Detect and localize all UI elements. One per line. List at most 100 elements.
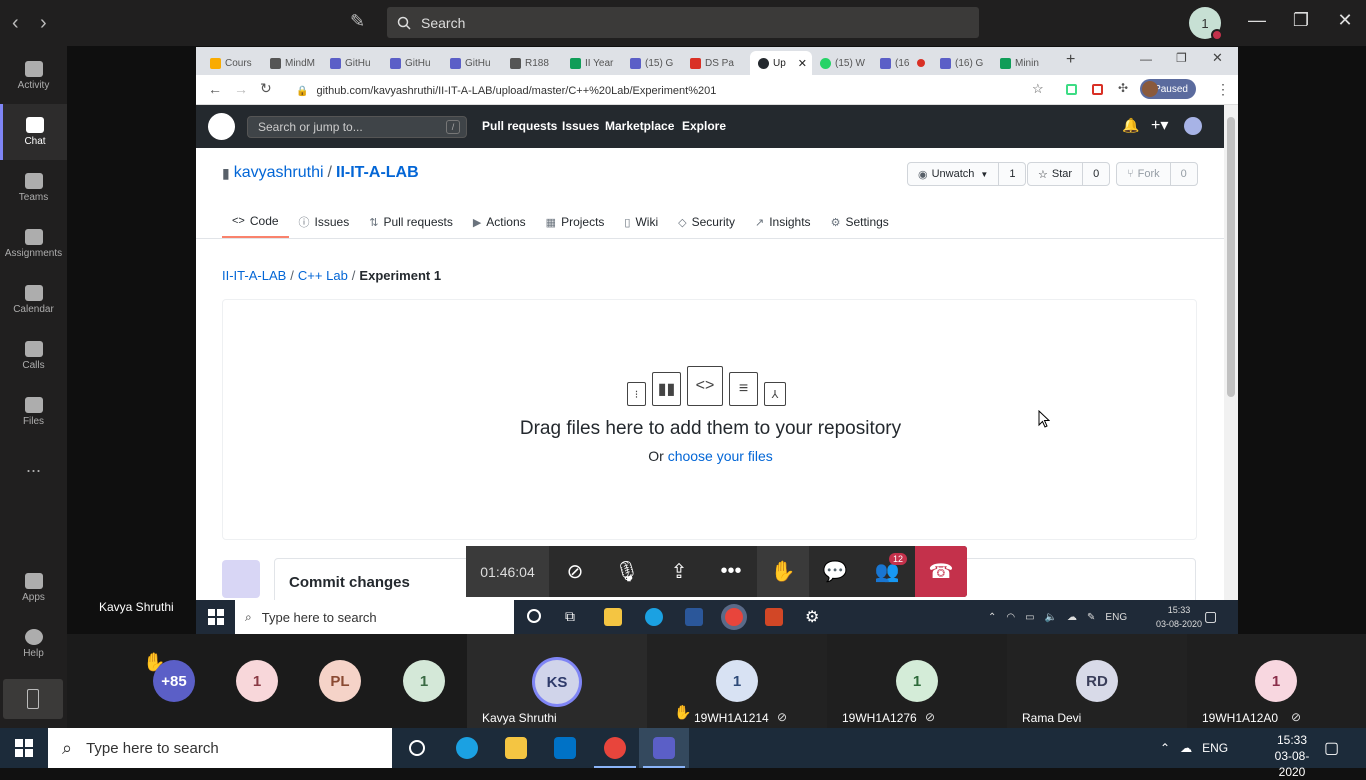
raise-hand-button[interactable]: ✋	[757, 546, 809, 597]
taskbar-edge[interactable]	[442, 728, 492, 768]
browser-tab[interactable]: GitHu	[322, 51, 382, 75]
rail-files[interactable]: Files	[0, 384, 67, 440]
back-icon[interactable]: ←	[208, 81, 222, 97]
tab-pull-requests[interactable]: ⇅ Pull requests	[359, 206, 463, 238]
browser-tab[interactable]: DS Pa	[682, 51, 742, 75]
reload-icon[interactable]: ↻	[260, 80, 272, 97]
browser-tab[interactable]: R188	[502, 51, 562, 75]
file-explorer-icon[interactable]	[604, 608, 622, 626]
profile-paused-chip[interactable]: Paused	[1140, 79, 1196, 99]
word-icon[interactable]	[685, 608, 703, 626]
share-screen-button[interactable]: ⇪	[653, 546, 705, 597]
repo-owner-link[interactable]: kavyashruthi	[234, 164, 324, 182]
watch-count[interactable]: 1	[999, 168, 1025, 180]
rail-help[interactable]: Help	[0, 616, 67, 672]
rail-calls[interactable]: Calls	[0, 328, 67, 384]
forward-arrow-icon[interactable]: ›	[40, 12, 47, 35]
file-drop-zone[interactable]: ⁝ ▮▮ <> ≡ ⅄ Drag files here to add them …	[222, 299, 1197, 540]
repo-name-link[interactable]: II-IT-A-LAB	[336, 164, 419, 182]
fork-button[interactable]: ⑂ Fork 0	[1116, 162, 1198, 186]
battery-icon[interactable]: ▭	[1025, 612, 1034, 623]
participant-tile[interactable]: 1 19WH1A12A0 ⊘	[1187, 634, 1366, 728]
show-participants-button[interactable]: 👥 12	[861, 546, 913, 597]
github-search-input[interactable]: Search or jump to... /	[247, 116, 467, 138]
screenshot-extension-icon[interactable]	[1092, 84, 1103, 95]
nav-explore[interactable]: Explore	[682, 119, 726, 133]
unwatch-button[interactable]: ◉ Unwatch ▼ 1	[907, 162, 1027, 186]
taskbar-chrome[interactable]	[590, 728, 640, 768]
extensions-puzzle-icon[interactable]: ✣	[1118, 81, 1128, 95]
rail-calendar[interactable]: Calendar	[0, 272, 67, 328]
mic-off-button[interactable]: 🎙	[601, 546, 653, 597]
fork-count[interactable]: 0	[1171, 168, 1197, 180]
participant-tile[interactable]: RD Rama Devi	[1007, 634, 1187, 728]
taskbar-teams[interactable]	[639, 728, 689, 768]
powerpoint-icon[interactable]	[765, 608, 783, 626]
tray-chevron-icon[interactable]: ⌃	[988, 612, 996, 623]
tab-settings[interactable]: ⚙ Settings	[821, 206, 899, 238]
star-button[interactable]: ☆ Star 0	[1027, 162, 1111, 186]
star-count[interactable]: 0	[1083, 168, 1109, 180]
minimize-icon[interactable]: —	[1242, 10, 1272, 31]
wifi-icon[interactable]: ◠	[1006, 612, 1015, 623]
user-avatar-icon[interactable]	[1184, 117, 1202, 135]
edge-icon[interactable]	[645, 608, 663, 626]
page-scrollbar[interactable]	[1224, 105, 1238, 600]
choose-files-link[interactable]: choose your files	[668, 448, 773, 464]
browser-menu-icon[interactable]: ⋮	[1216, 81, 1230, 98]
browser-tab-active[interactable]: Up ✕	[750, 51, 812, 75]
browser-minimize-icon[interactable]: —	[1140, 52, 1152, 66]
start-button[interactable]	[0, 728, 48, 768]
new-tab-icon[interactable]: +	[1066, 51, 1075, 69]
rail-assignments[interactable]: Assignments	[0, 216, 67, 272]
restore-icon[interactable]: ❐	[1286, 10, 1316, 31]
browser-tab[interactable]: Cours	[202, 51, 262, 75]
browser-tab[interactable]: (16	[872, 51, 932, 75]
action-center-icon[interactable]: ▢	[1324, 738, 1339, 758]
volume-icon[interactable]: 🔈	[1045, 612, 1057, 623]
tab-projects[interactable]: ▦ Projects	[536, 206, 615, 238]
browser-restore-icon[interactable]: ❐	[1176, 51, 1187, 65]
rail-apps[interactable]: Apps	[0, 560, 67, 616]
breadcrumb-root[interactable]: II-IT-A-LAB	[222, 268, 286, 283]
more-actions-button[interactable]: •••	[705, 546, 757, 597]
close-icon[interactable]: ✕	[1330, 10, 1360, 31]
teams-profile-avatar[interactable]: 1	[1189, 7, 1223, 41]
nav-issues[interactable]: Issues	[562, 119, 599, 133]
taskbar-clock[interactable]: 15:33 03-08-2020	[1262, 732, 1322, 780]
chrome-icon[interactable]	[725, 608, 743, 626]
browser-tab[interactable]: (16) G	[932, 51, 992, 75]
show-conversation-button[interactable]: 💬	[809, 546, 861, 597]
notification-center-icon[interactable]: ▢	[1204, 608, 1217, 625]
create-new-plus-icon[interactable]: +▾	[1151, 115, 1168, 135]
github-logo-icon[interactable]	[208, 113, 235, 140]
inner-search-box[interactable]: ⌕ Type here to search	[235, 600, 514, 634]
onedrive-icon[interactable]: ☁	[1067, 612, 1077, 623]
forward-icon[interactable]: →	[234, 81, 248, 97]
cortana-icon[interactable]	[527, 609, 541, 623]
task-view-icon[interactable]: ⧉	[565, 608, 575, 625]
tab-close-icon[interactable]: ✕	[798, 57, 807, 70]
rail-teams[interactable]: Teams	[0, 160, 67, 216]
browser-close-icon[interactable]: ✕	[1212, 50, 1223, 66]
tab-insights[interactable]: ↗ Insights	[745, 206, 821, 238]
mobile-device-button[interactable]	[3, 679, 63, 719]
browser-tab[interactable]: II Year	[562, 51, 622, 75]
bookmark-star-icon[interactable]: ☆	[1032, 81, 1044, 97]
participant-tile[interactable]: 1 19WH1A1276 ⊘	[827, 634, 1007, 728]
onedrive-icon[interactable]: ☁	[1180, 741, 1192, 755]
participant-tile-speaking[interactable]: KS Kavya Shruthi	[467, 634, 647, 728]
taskbar-language[interactable]: ENG	[1202, 741, 1228, 755]
settings-gear-icon[interactable]: ⚙	[805, 607, 819, 627]
rail-more[interactable]: ...	[0, 438, 67, 494]
pen-icon[interactable]: ✎	[1087, 612, 1095, 623]
tab-code[interactable]: <> Code	[222, 206, 289, 238]
tab-wiki[interactable]: ▯ Wiki	[614, 206, 668, 238]
teams-search-box[interactable]: Search	[387, 7, 979, 38]
url-field[interactable]: 🔒 github.com/kavyashruthi/II-IT-A-LAB/up…	[296, 80, 1156, 102]
browser-tab[interactable]: Minin	[992, 51, 1056, 75]
browser-tab[interactable]: (15) G	[622, 51, 682, 75]
participant-tile[interactable]: 1 ✋ 19WH1A1214 ⊘	[647, 634, 827, 728]
inner-language[interactable]: ENG	[1105, 612, 1127, 623]
inner-clock[interactable]: 15:33 03-08-2020	[1154, 603, 1204, 631]
